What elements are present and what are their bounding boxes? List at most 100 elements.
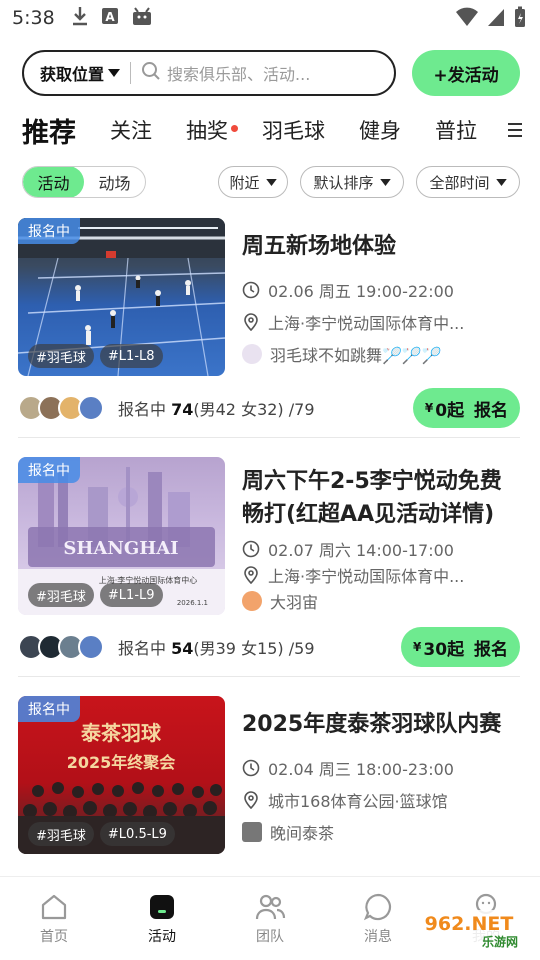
image-shanghai-text: SHANGHAI	[63, 538, 178, 559]
registration-gender: (男39 女15)	[193, 639, 284, 658]
activity-location-row: 城市168体育公园·篮球馆	[242, 788, 522, 812]
registration-gender: (男42 女32)	[193, 400, 284, 419]
avatar	[78, 395, 104, 421]
team-icon	[255, 894, 286, 919]
search-row: 获取位置 搜索俱乐部、活动... +发活动	[22, 50, 520, 96]
search-icon	[141, 61, 161, 85]
view-segment: 活动 动场	[22, 166, 146, 198]
activity-title: 周六下午2-5李宁悦动免费畅打(红超AA见活动详情)	[242, 469, 502, 527]
organizer-avatar	[242, 344, 262, 364]
card-divider	[18, 676, 520, 677]
location-pin-icon	[244, 791, 258, 809]
nav-home[interactable]: 首页	[0, 877, 108, 960]
nav-team-label: 团队	[256, 928, 284, 945]
filter-sort-label: 默认排序	[313, 173, 374, 192]
tab-lottery-label: 抽奖	[186, 119, 228, 143]
android-icon	[131, 6, 153, 30]
tab-fitness[interactable]: 健身	[359, 115, 401, 145]
activity-card[interactable]: SHANGHAI 上海·李宁悦动国际体育中心 2026.1.1 报名中 #羽毛球…	[18, 457, 520, 667]
activity-title: 周五新场地体验	[242, 234, 397, 259]
status-badge: 报名中	[18, 457, 80, 483]
registration-count: 54	[171, 639, 194, 658]
organizer-name: 大羽宙	[270, 593, 319, 612]
image-date: 2026.1.1	[177, 599, 208, 607]
image-tags: #羽毛球 #L1-L9	[28, 583, 163, 607]
status-time: 5:38	[12, 7, 55, 29]
card-divider	[18, 437, 520, 438]
registration-count: 74	[171, 400, 194, 419]
activity-image: 报名中 #羽毛球 #L1-L8	[18, 218, 225, 376]
filter-nearby-label: 附近	[229, 173, 260, 192]
card-footer: 报名中 74(男42 女32) /79 ¥0起 报名	[18, 388, 520, 428]
activity-icon	[150, 894, 174, 919]
caret-down-icon	[379, 178, 391, 186]
nav-team[interactable]: 团队	[216, 877, 324, 960]
location-label: 获取位置	[40, 65, 105, 84]
nav-activity-label: 活动	[148, 928, 176, 945]
activity-image: SHANGHAI 上海·李宁悦动国际体育中心 2026.1.1 报名中 #羽毛球…	[18, 457, 225, 615]
tab-following[interactable]: 关注	[110, 115, 152, 145]
signup-label: 报名	[474, 400, 508, 421]
price: 30起	[423, 639, 465, 660]
segment-venue[interactable]: 动场	[84, 167, 145, 197]
watermark-sub: 乐游网	[482, 934, 518, 949]
activity-card[interactable]: 报名中 #羽毛球 #L1-L8 周五新场地体验 02.06 周五 19:00-2…	[18, 218, 520, 428]
signup-button[interactable]: ¥0起 报名	[412, 388, 520, 428]
avatar	[78, 634, 104, 660]
home-icon	[41, 894, 67, 919]
search-box: 获取位置 搜索俱乐部、活动...	[22, 50, 396, 96]
activity-location: 城市168体育公园·篮球馆	[268, 792, 448, 811]
message-icon	[363, 893, 392, 920]
nav-home-label: 首页	[40, 928, 68, 945]
segment-activity[interactable]: 活动	[23, 167, 84, 197]
caret-down-icon	[495, 178, 507, 186]
clock-icon	[242, 540, 260, 558]
activity-time-row: 02.07 周六 14:00-17:00	[242, 537, 522, 561]
activity-time: 02.04 周三 18:00-23:00	[268, 760, 454, 779]
signup-button[interactable]: ¥30起 报名	[401, 627, 520, 667]
category-menu-button[interactable]	[508, 122, 524, 138]
registration-summary: 报名中 54(男39 女15) /59	[118, 635, 315, 659]
tag-chip: #L1-L8	[99, 344, 163, 368]
new-dot	[231, 125, 238, 132]
post-activity-button[interactable]: +发活动	[412, 50, 520, 96]
organizer-row[interactable]: 羽毛球不如跳舞🏸🏸🏸	[242, 342, 522, 366]
wifi-icon	[456, 7, 478, 31]
download-icon	[71, 6, 89, 30]
activity-time: 02.07 周六 14:00-17:00	[268, 541, 454, 560]
tab-pilates[interactable]: 普拉	[435, 115, 477, 145]
tag-chip: #L1-L9	[99, 583, 163, 607]
activity-card[interactable]: 泰茶羽球 2025年终聚会 报名中 #羽毛球 #L0.5-L9 2025年度泰茶…	[18, 696, 520, 866]
organizer-row[interactable]: 大羽宙	[242, 589, 522, 613]
price: 0起	[435, 400, 465, 421]
activity-title: 2025年度泰茶羽球队内赛	[242, 712, 502, 737]
price-currency: ¥	[424, 401, 434, 415]
registration-status: 报名中	[118, 400, 167, 419]
activity-time-row: 02.04 周三 18:00-23:00	[242, 756, 522, 780]
app-a-icon: A	[101, 7, 119, 29]
watermark-logo: 962.NET 乐游网	[404, 910, 534, 950]
filter-time[interactable]: 全部时间	[416, 166, 520, 198]
activity-time: 02.06 周五 19:00-22:00	[268, 282, 454, 301]
participant-avatars[interactable]	[18, 395, 104, 421]
organizer-row[interactable]: 晚间泰茶	[242, 820, 522, 844]
svg-text:A: A	[105, 10, 115, 24]
site-watermark: 962.NET 乐游网	[404, 908, 534, 952]
status-badge: 报名中	[18, 696, 80, 722]
tab-recommend[interactable]: 推荐	[22, 111, 76, 150]
nav-message-label: 消息	[364, 928, 392, 945]
tab-lottery[interactable]: 抽奖	[186, 115, 238, 145]
tag-chip: #羽毛球	[28, 822, 94, 846]
participant-avatars[interactable]	[18, 634, 104, 660]
image-tags: #羽毛球 #L0.5-L9	[28, 822, 175, 846]
tab-badminton[interactable]: 羽毛球	[262, 115, 325, 145]
watermark-brand: 962.NET	[425, 913, 514, 935]
nav-activity[interactable]: 活动	[108, 877, 216, 960]
search-input[interactable]: 搜索俱乐部、活动...	[167, 61, 310, 85]
location-button[interactable]: 获取位置	[40, 61, 121, 85]
activity-location-row: 上海·李宁悦动国际体育中...	[242, 310, 522, 334]
filter-sort[interactable]: 默认排序	[300, 166, 404, 198]
image-tags: #羽毛球 #L1-L8	[28, 344, 163, 368]
filter-nearby[interactable]: 附近	[218, 166, 288, 198]
tag-chip: #羽毛球	[28, 583, 94, 607]
